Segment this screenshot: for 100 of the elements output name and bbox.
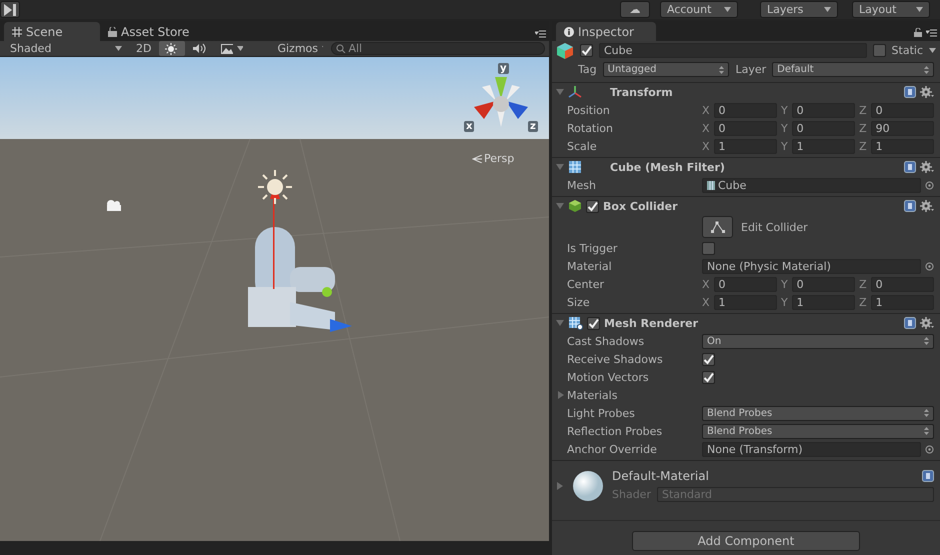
checkbox[interactable] (702, 370, 715, 384)
foldout-label[interactable]: Materials (567, 388, 618, 402)
up-down-icon (719, 66, 724, 74)
static-label: Static (892, 44, 923, 57)
object-picker-icon[interactable] (925, 262, 934, 270)
number-field[interactable]: 1 (714, 294, 777, 310)
menu-icon[interactable] (535, 30, 546, 38)
number-field[interactable]: 0 (792, 276, 856, 292)
caret-icon (929, 48, 936, 53)
name-field[interactable]: Cube (599, 43, 867, 58)
dropdown[interactable]: Blend Probes (702, 406, 934, 420)
component-title: Transform (610, 86, 673, 98)
settings-icon[interactable] (920, 86, 934, 98)
object-field[interactable]: None (Physic Material) (702, 258, 921, 274)
lock-icon[interactable] (914, 28, 922, 37)
inspector-tab[interactable]: Inspector (556, 22, 656, 41)
help-icon[interactable] (904, 86, 916, 98)
up-down-icon (924, 427, 929, 435)
object-field[interactable]: Cube (702, 178, 921, 192)
caret-icon (824, 7, 831, 12)
axis-label: Z (859, 122, 867, 134)
axis-label: Y (780, 122, 788, 134)
number-field[interactable]: 1 (792, 138, 856, 154)
object-field[interactable]: None (Transform) (702, 442, 921, 456)
dropdown[interactable]: Blend Probes (702, 424, 934, 438)
settings-icon[interactable] (920, 161, 934, 173)
property-label: Reflection Probes (567, 424, 664, 438)
lock-icon (108, 26, 117, 36)
dropdown[interactable]: On (702, 334, 934, 348)
component-title: Cube (Mesh Filter) (610, 160, 725, 174)
projection-label[interactable]: Persp (484, 152, 514, 165)
tag-dropdown[interactable]: Untagged (602, 62, 730, 77)
layers-dropdown[interactable]: Layers (760, 1, 838, 18)
info-icon (564, 26, 574, 36)
number-field[interactable]: 1 (792, 294, 856, 310)
number-field[interactable]: 1 (870, 138, 934, 154)
caret-icon (115, 46, 122, 51)
cube-icon (568, 199, 582, 213)
number-field[interactable]: 1 (870, 294, 934, 310)
axis-label: Z (859, 104, 867, 116)
tag-label: Tag (578, 63, 597, 76)
property-label: Cast Shadows (567, 334, 646, 348)
perspective-icon (472, 154, 482, 162)
number-field[interactable]: 0 (792, 102, 856, 118)
number-field[interactable]: 0 (714, 102, 777, 118)
grid-icon (568, 160, 582, 174)
object-picker-icon[interactable] (925, 180, 934, 190)
component-checkbox[interactable] (586, 200, 599, 212)
object-picker-icon[interactable] (925, 444, 934, 454)
layout-dropdown[interactable]: Layout (852, 1, 930, 18)
number-field[interactable]: 0 (714, 120, 777, 136)
search-icon (336, 44, 346, 53)
number-field[interactable]: 0 (714, 276, 777, 292)
property-label: Mesh (567, 178, 597, 192)
property-label: Rotation (567, 122, 614, 134)
property-label: Receive Shadows (567, 352, 664, 366)
grid-icon (12, 26, 22, 36)
step-button[interactable] (0, 1, 20, 18)
up-down-icon (924, 337, 929, 345)
property-label: Anchor Override (567, 442, 658, 456)
up-down-icon (924, 409, 929, 417)
lighting-toggle[interactable] (159, 41, 186, 56)
layer-dropdown[interactable]: Default (772, 62, 934, 77)
axis-label: X (702, 122, 710, 134)
settings-icon[interactable] (920, 200, 934, 212)
collider-shape-icon (710, 221, 724, 233)
component-checkbox[interactable] (587, 316, 600, 330)
property-label: Position (567, 104, 611, 116)
axis-label: Y (780, 140, 788, 152)
help-icon[interactable] (922, 470, 934, 482)
add-component-button[interactable]: Add Component (632, 531, 860, 551)
layer-label: Layer (735, 63, 766, 76)
active-checkbox[interactable] (580, 44, 593, 57)
number-field[interactable]: 0 (870, 276, 934, 292)
checkbox[interactable] (702, 352, 715, 366)
edit-collider-label: Edit Collider (741, 220, 808, 234)
checkbox[interactable] (702, 242, 715, 254)
number-field[interactable]: 0 (870, 102, 934, 118)
edit-collider-button[interactable] (702, 216, 733, 238)
axis-label: X (702, 140, 710, 152)
axis-label: Z (859, 296, 867, 308)
speaker-icon (193, 43, 206, 54)
scene-tab[interactable]: Scene (4, 22, 100, 41)
settings-icon[interactable] (920, 317, 934, 329)
axis-label: Y (780, 104, 788, 116)
static-checkbox[interactable] (872, 44, 886, 57)
property-label: Is Trigger (567, 242, 618, 254)
help-icon[interactable] (904, 317, 916, 329)
cloud-button[interactable]: ☁ (620, 1, 650, 18)
image-icon (221, 44, 234, 54)
scene-tab[interactable]: Asset Store (100, 22, 210, 41)
number-field[interactable]: 90 (870, 120, 934, 136)
account-dropdown[interactable]: Account (660, 1, 738, 18)
caret-icon (237, 46, 244, 51)
help-icon[interactable] (904, 200, 916, 212)
menu-icon[interactable] (926, 29, 937, 37)
number-field[interactable]: 1 (714, 138, 777, 154)
help-icon[interactable] (904, 161, 916, 173)
axis-label: z (528, 121, 538, 132)
number-field[interactable]: 0 (792, 120, 856, 136)
